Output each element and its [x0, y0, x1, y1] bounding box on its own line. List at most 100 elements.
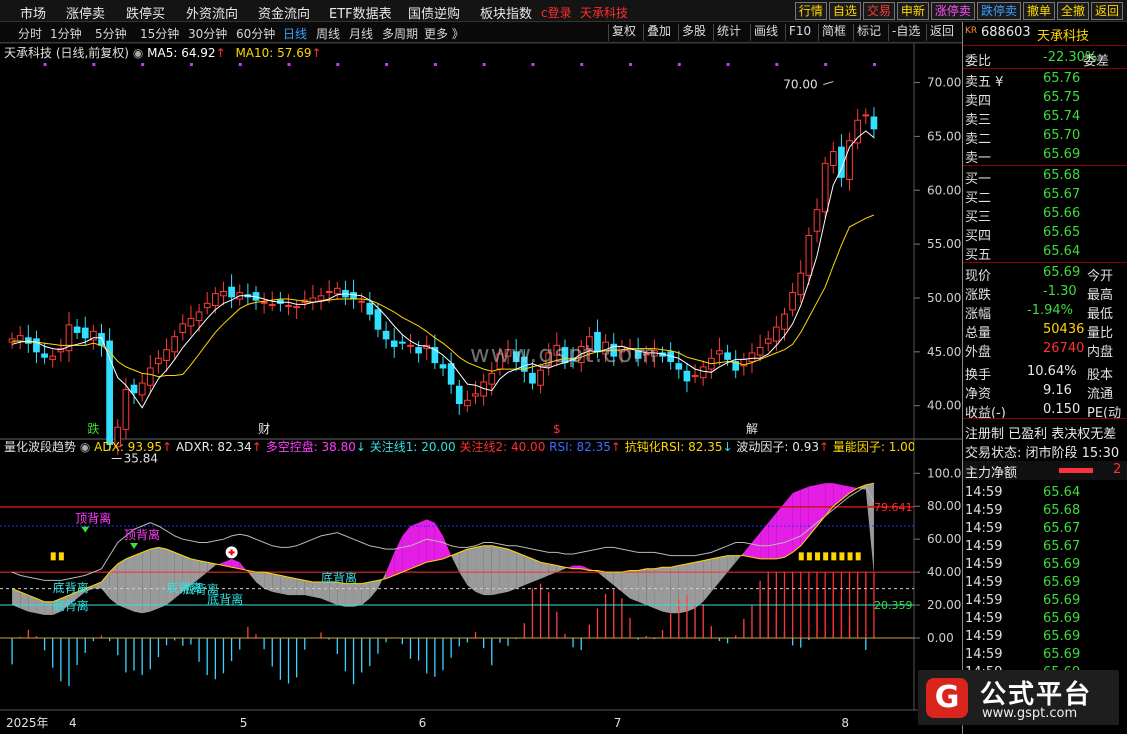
tick-price: 65.69 — [1043, 629, 1081, 644]
candle-body — [73, 326, 81, 333]
trend-fill-segment — [792, 489, 801, 553]
period-multi[interactable]: 多周期 — [382, 25, 418, 42]
period-intraday[interactable]: 分时 — [18, 25, 42, 42]
menu-item-capital-flow[interactable]: 资金流向 — [258, 3, 310, 22]
menu-item-sector-index[interactable]: 板块指数 — [480, 3, 532, 22]
trend-fill-segment — [296, 578, 305, 596]
period-5min[interactable]: 5分钟 — [95, 25, 127, 42]
btn-trade[interactable]: 交易 — [862, 2, 895, 20]
signal-dot — [92, 63, 96, 66]
btn-limit-up-sell[interactable]: 涨停卖 — [930, 2, 975, 20]
top-divergence-label: 顶背离 — [124, 527, 160, 542]
tick-time: 14:59 — [965, 485, 1003, 500]
candle-body — [228, 286, 235, 298]
menu-item-foreign-flow[interactable]: 外资流向 — [186, 3, 238, 22]
trend-fill-segment — [670, 565, 679, 614]
menu-item-market[interactable]: 市场 — [20, 3, 46, 22]
btn-mark[interactable]: 标记 — [853, 24, 884, 41]
menu-item-limit-down-buy[interactable]: 跌停买 — [126, 3, 165, 22]
stat-row: 涨跌 -1.30 最高 — [963, 283, 1127, 303]
stat-right-label: 最高 — [1087, 288, 1114, 303]
btn-quote[interactable]: 行情 — [794, 2, 827, 20]
chart-area[interactable]: 70.0065.0060.0055.0050.0045.0040.00100.0… — [0, 43, 962, 734]
candle-body — [122, 389, 130, 430]
btn-del-watch[interactable]: -自选 — [888, 24, 923, 41]
stat-row: 净资 9.16 流通 — [963, 382, 1127, 402]
period-weekly[interactable]: 周线 — [316, 25, 340, 42]
indicator-tick-label: 80.00 — [927, 499, 961, 513]
signal-square — [815, 552, 821, 561]
buy-level-label: 买二 — [965, 191, 992, 206]
btn-overlay[interactable]: 叠加 — [643, 24, 674, 41]
main-chart-legend: 天承科技 (日线,前复权) ◉ MA5: 64.92↑ MA10: 57.69↑ — [4, 46, 322, 60]
candle-body — [691, 375, 699, 378]
menu-item-limit-up-sell[interactable]: 涨停卖 — [66, 3, 105, 22]
menu-item-etf-data[interactable]: ETF数据表 — [329, 3, 392, 22]
period-more[interactable]: 更多 》 — [424, 25, 464, 42]
menu-item-reverse-repo[interactable]: 国债逆购 — [408, 3, 460, 22]
btn-f10[interactable]: F10 — [785, 24, 814, 41]
period-daily[interactable]: 日线 — [283, 25, 307, 42]
tick-row: 14:59 65.69 — [963, 628, 1127, 647]
btn-ipo[interactable]: 申新 — [896, 2, 929, 20]
high-price-pointer — [823, 81, 834, 86]
period-monthly[interactable]: 月线 — [349, 25, 373, 42]
btn-statistics[interactable]: 统计 — [713, 24, 744, 41]
candle-body — [862, 114, 870, 117]
candle-body — [203, 302, 211, 309]
btn-draw[interactable]: 画线 — [750, 24, 781, 41]
indicator-toggle-icon[interactable]: ◉ — [80, 440, 90, 454]
lower-value-label: 20.359 — [874, 599, 913, 612]
btn-cancel-all[interactable]: 全撤 — [1056, 2, 1089, 20]
sell-level-label: 卖二 — [965, 132, 992, 147]
period-60min[interactable]: 60分钟 — [236, 25, 275, 42]
trend-fill-segment — [459, 549, 468, 586]
trend-fill-segment — [621, 570, 631, 599]
buy-level-row: 买二 65.67 — [963, 186, 1127, 206]
event-marker: 跌 — [87, 421, 99, 436]
period-15min[interactable]: 15分钟 — [140, 25, 179, 42]
candle-body — [529, 372, 536, 384]
login-warning[interactable]: c登录 — [541, 4, 572, 21]
btn-simple-frame[interactable]: 简框 — [818, 24, 849, 41]
candle-body — [333, 287, 341, 295]
legend-toggle-icon[interactable]: ◉ — [133, 46, 143, 60]
btn-limit-down-sell[interactable]: 跌停卖 — [976, 2, 1021, 20]
signal-dot — [872, 63, 876, 66]
kr-badge: KR — [965, 26, 978, 36]
price-tick-label: 60.00 — [927, 183, 961, 197]
candle-body — [8, 338, 16, 343]
trend-fill-segment — [44, 601, 53, 615]
signal-square — [823, 552, 829, 561]
trend-fill-segment — [134, 552, 143, 614]
adxr-label: ADXR: 82.34 — [175, 440, 252, 454]
tick-time: 14:59 — [965, 611, 1003, 626]
btn-multi-stock[interactable]: 多股 — [678, 24, 709, 41]
btn-adjust[interactable]: 复权 — [608, 24, 639, 41]
btn-toolbar-back[interactable]: 返回 — [926, 24, 957, 41]
sell-level-price: 65.74 — [1043, 109, 1081, 124]
candle-body — [41, 353, 48, 358]
buy-level-label: 买三 — [965, 210, 992, 225]
anti-rsi-label: 抗钝化RSI: 82.35 — [624, 440, 723, 454]
buy-level-price: 65.66 — [1043, 206, 1081, 221]
stat-row: 现价 65.69 今开 — [963, 264, 1127, 284]
btn-cancel-order[interactable]: 撤单 — [1022, 2, 1055, 20]
candlesticks — [8, 107, 878, 455]
candle-body — [130, 384, 138, 394]
period-30min[interactable]: 30分钟 — [188, 25, 227, 42]
candle-body — [187, 317, 195, 327]
xaxis-label: 4 — [69, 716, 77, 730]
stat-right-label: 流通 — [1087, 387, 1114, 402]
trend-fill-segment — [630, 570, 639, 602]
menu-bar: 市场 涨停卖 跌停买 外资流向 资金流向 ETF数据表 国债逆购 板块指数 c登… — [0, 0, 1127, 22]
menu-stock-name: 天承科技 — [580, 6, 629, 20]
period-1min[interactable]: 1分钟 — [50, 25, 82, 42]
main-flow-row: 主力净额 2 — [963, 461, 1127, 481]
btn-back[interactable]: 返回 — [1090, 2, 1123, 20]
main-chart-title: 天承科技 (日线,前复权) — [4, 46, 129, 60]
stat-value: 50436 — [1043, 322, 1085, 337]
btn-watchlist[interactable]: 自选 — [828, 2, 861, 20]
tick-row: 14:59 65.64 — [963, 484, 1127, 503]
indicator-tick-label: 20.00 — [927, 598, 961, 612]
